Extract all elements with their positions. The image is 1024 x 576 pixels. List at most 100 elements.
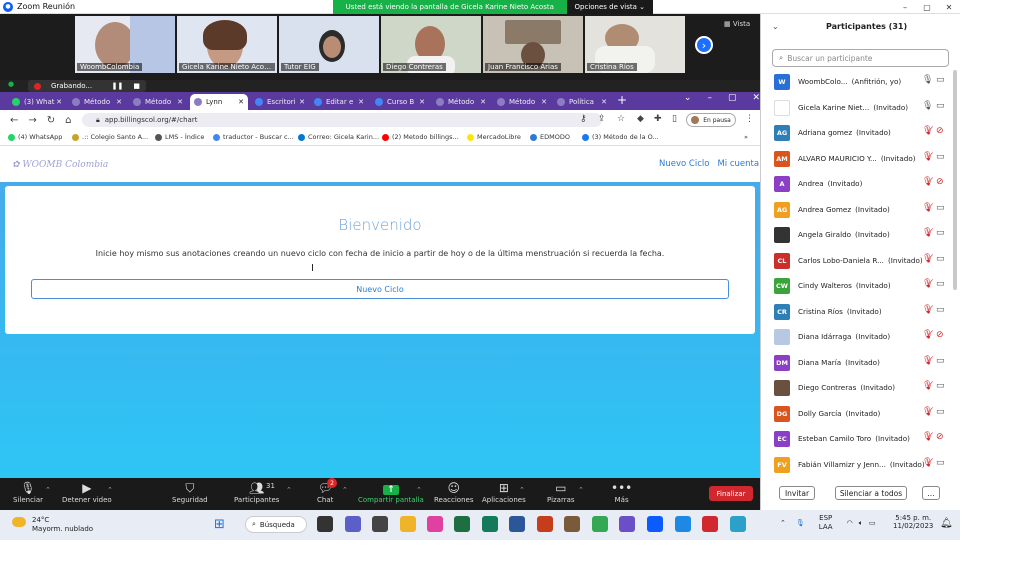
chevron-up-icon[interactable]: ⌃ — [286, 486, 292, 494]
participant-row[interactable]: CW Cindy Walteros (Invitado) 🎙︎̸ ▭ — [760, 275, 954, 297]
video-off-icon[interactable]: ⊘ — [936, 177, 944, 187]
bookmark-item[interactable]: EDMODO — [530, 133, 570, 141]
tab-close-icon[interactable]: ✕ — [541, 98, 547, 106]
view-options-button[interactable]: Opciones de vista ⌄ — [566, 0, 653, 14]
microphone-muted-icon[interactable]: 🎙︎̸ — [922, 407, 933, 417]
participant-row[interactable]: EC Esteban Camilo Toro (Invitado) 🎙︎̸ ⊘ — [760, 428, 954, 450]
minimize-icon[interactable]: – — [894, 3, 916, 12]
notification-icon[interactable]: 🔔︎ — [940, 518, 953, 529]
video-camera-icon[interactable]: ▭ — [936, 356, 945, 366]
close-icon[interactable]: ✕ — [752, 93, 760, 103]
video-tile[interactable]: Tutor EIG — [279, 16, 379, 73]
browser-tab[interactable]: Curso B ✕ — [371, 94, 429, 110]
forward-icon[interactable]: → — [28, 115, 36, 126]
windows-start-icon[interactable]: ⊞ — [214, 517, 225, 532]
chevron-up-icon[interactable]: ⌃ — [107, 486, 113, 494]
browser-tab[interactable]: Método ✕ — [432, 94, 490, 110]
browser-tab[interactable]: Escritori ✕ — [251, 94, 309, 110]
participant-row[interactable]: CL Carlos Lobo-Daniela R... (Invitado) 🎙︎̸ ▭ — [760, 250, 954, 272]
participant-row[interactable]: AG Andrea Gomez (Invitado) 🎙︎̸ ▭ — [760, 199, 954, 221]
whiteboards-button[interactable]: ▭ Pizarras — [547, 480, 575, 504]
participant-row[interactable]: FV Fabián Villamizr y Jenn... (Invitado) 🎙︎… — [760, 454, 954, 476]
back-icon[interactable]: ← — [10, 115, 18, 126]
bookmark-item[interactable]: MercadoLibre — [467, 133, 521, 141]
video-camera-icon[interactable]: ▭ — [936, 203, 945, 213]
video-camera-icon[interactable]: ▭ — [936, 101, 945, 111]
next-videos-button[interactable]: › — [695, 36, 713, 54]
participant-row[interactable]: DG Dolly García (Invitado) 🎙︎̸ ▭ — [760, 403, 954, 425]
participants-more-button[interactable]: ... — [922, 486, 940, 500]
tab-close-icon[interactable]: ✕ — [419, 98, 425, 106]
file-explorer-icon[interactable] — [400, 516, 416, 532]
chevron-down-icon[interactable]: ⌄ — [772, 22, 779, 31]
microphone-muted-icon[interactable]: 🎙︎̸ — [922, 228, 933, 238]
app-icon[interactable] — [730, 516, 746, 532]
chevron-up-icon[interactable]: ⌃ — [342, 486, 348, 494]
video-camera-icon[interactable]: ▭ — [936, 75, 945, 85]
view-button[interactable]: ▦ Vista — [724, 20, 750, 28]
browser-tab[interactable]: Política ✕ — [553, 94, 611, 110]
reactions-button[interactable]: ☺ Reacciones — [434, 480, 473, 504]
microphone-muted-icon[interactable]: 🎙︎̸ — [922, 432, 933, 442]
video-camera-icon[interactable]: ▭ — [936, 152, 945, 162]
tab-close-icon[interactable]: ✕ — [177, 98, 183, 106]
profile-paused-button[interactable]: En pausa — [686, 113, 736, 127]
zoom-icon[interactable] — [647, 516, 663, 532]
home-icon[interactable]: ⌂ — [65, 115, 71, 126]
chevron-up-icon[interactable]: ⌃ — [416, 486, 422, 494]
mute-all-button[interactable]: Silenciar a todos — [835, 486, 907, 500]
maximize-icon[interactable]: ▢ — [728, 93, 737, 103]
bookmark-item[interactable]: LMS - Índice — [155, 133, 204, 141]
volume-icon[interactable]: 🔈︎ — [859, 519, 863, 528]
microphone-muted-icon[interactable]: 🎙︎̸ — [922, 177, 933, 187]
stop-video-button[interactable]: ▶ Detener video — [62, 480, 112, 504]
browser-tab[interactable]: Editar e ✕ — [310, 94, 368, 110]
browser-tab[interactable]: Método ✕ — [493, 94, 551, 110]
video-tile[interactable]: Juan Francisco Arias — [483, 16, 583, 73]
pause-recording-icon[interactable]: ❚❚ — [112, 82, 124, 90]
app-icon[interactable] — [675, 516, 691, 532]
browser-tab[interactable]: Método ✕ — [68, 94, 126, 110]
maximize-icon[interactable]: ▢ — [916, 3, 938, 12]
tab-close-icon[interactable]: ✕ — [601, 98, 607, 106]
video-tile[interactable]: Cristina Ríos — [585, 16, 685, 73]
site-logo[interactable]: ✿ WOOMB Colombia — [12, 160, 108, 170]
browser-tab[interactable]: Método ✕ — [129, 94, 187, 110]
browser-tab[interactable]: (3) What ✕ — [8, 94, 66, 110]
end-meeting-button[interactable]: Finalizar — [709, 486, 753, 501]
microphone-muted-icon[interactable]: 🎙︎̸ — [922, 126, 933, 136]
participant-row[interactable]: Diego Contreras (Invitado) 🎙︎̸ ▭ — [760, 377, 954, 399]
video-camera-icon[interactable]: ▭ — [936, 254, 945, 264]
puzzle-icon[interactable]: ✚ — [654, 114, 662, 124]
microphone-muted-icon[interactable]: 🎙︎̸ — [922, 203, 933, 213]
video-off-icon[interactable]: ⊘ — [936, 432, 944, 442]
participant-row[interactable]: Angela Giraldo (Invitado) 🎙︎̸ ▭ — [760, 224, 954, 246]
taskbar-clock[interactable]: 5:45 p. m. 11/02/2023 — [893, 514, 933, 530]
video-tile[interactable]: Diego Contreras — [381, 16, 481, 73]
security-button[interactable]: ⛉ Seguridad — [172, 480, 208, 504]
bookmark-item[interactable]: .:: Colegio Santo A... — [72, 133, 148, 141]
tab-close-icon[interactable]: ✕ — [116, 98, 122, 106]
powerpoint-icon[interactable] — [537, 516, 553, 532]
tab-close-icon[interactable]: ✕ — [480, 98, 486, 106]
tab-close-icon[interactable]: ✕ — [56, 98, 62, 106]
star-icon[interactable]: ☆ — [617, 114, 625, 124]
tab-close-icon[interactable]: ✕ — [358, 98, 364, 106]
more-vertical-icon[interactable]: ⋮ — [745, 114, 754, 124]
microphone-muted-icon[interactable]: 🎙︎̸ — [922, 330, 933, 340]
bookmark-item[interactable]: (2) Metodo billings... — [382, 133, 459, 141]
minimize-icon[interactable]: – — [707, 93, 712, 103]
excel-icon[interactable] — [454, 516, 470, 532]
microphone-tray-icon[interactable]: 🎙︎ — [796, 519, 805, 527]
bookmark-item[interactable]: traductor - Buscar c... — [213, 133, 294, 141]
chevron-up-icon[interactable]: ⌃ — [780, 519, 786, 527]
microphone-icon[interactable]: 🎙︎ — [922, 75, 933, 85]
wifi-icon[interactable]: ◠ — [847, 519, 853, 527]
microphone-muted-icon[interactable]: 🎙︎̸ — [922, 279, 933, 289]
tab-close-icon[interactable]: ✕ — [238, 98, 244, 106]
microphone-muted-icon[interactable]: 🎙︎̸ — [922, 356, 933, 366]
bookmark-item[interactable]: (4) WhatsApp — [8, 133, 62, 141]
app-icon[interactable] — [564, 516, 580, 532]
language-indicator[interactable]: ESP LAA — [819, 514, 833, 532]
new-cycle-button[interactable]: Nuevo Ciclo — [31, 279, 729, 299]
